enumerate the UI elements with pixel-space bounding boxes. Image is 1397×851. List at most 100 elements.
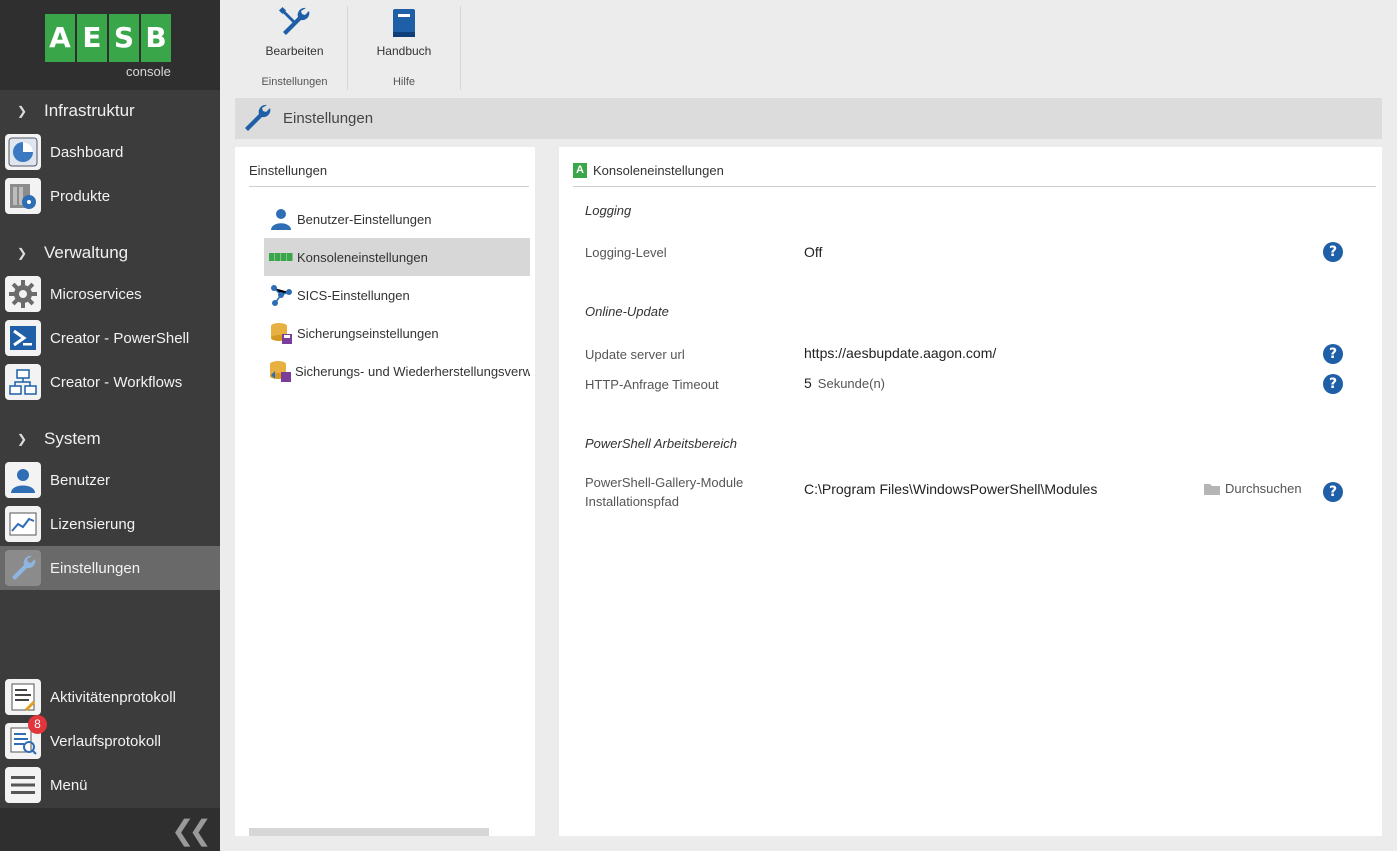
help-icon[interactable]: ? xyxy=(1323,374,1343,394)
panel-title: Einstellungen xyxy=(249,163,529,187)
timeout-unit: Sekunde(n) xyxy=(817,376,886,391)
sidebar-item-label: Microservices xyxy=(50,285,142,303)
sidebar-item-menue[interactable]: Menü xyxy=(0,763,220,807)
settings-item-label: Benutzer-Einstellungen xyxy=(297,211,432,227)
logo-letter: A xyxy=(45,14,75,62)
sidebar-item-creator-workflows[interactable]: Creator - Workflows xyxy=(0,360,220,404)
http-timeout-label: HTTP-Anfrage Timeout xyxy=(585,377,719,392)
sidebar-item-label: Aktivitätenprotokoll xyxy=(50,688,176,706)
folder-icon xyxy=(1204,483,1220,495)
logo-letter: S xyxy=(109,14,139,62)
settings-nav-panel: Einstellungen Benutzer-Einstellungen Kon… xyxy=(235,147,535,836)
settings-item-sics[interactable]: SICS-Einstellungen xyxy=(264,276,530,314)
section-label: Verwaltung xyxy=(44,243,129,262)
wrench-screwdriver-icon xyxy=(278,6,309,35)
activity-log-icon xyxy=(5,679,41,715)
double-chevron-left-icon: ❮❮ xyxy=(171,814,212,847)
settings-item-label: Sicherungs- und Wiederherstellungsverwal… xyxy=(295,363,530,379)
manual-button[interactable]: Handbuch xyxy=(348,6,460,58)
settings-item-label: SICS-Einstellungen xyxy=(297,287,410,303)
backup-database-icon xyxy=(268,321,294,345)
panel-title: A Konsoleneinstellungen xyxy=(573,163,1376,187)
settings-item-konsole[interactable]: Konsoleneinstellungen xyxy=(264,238,530,276)
powershell-path-input[interactable]: C:\Program Files\WindowsPowerShell\Modul… xyxy=(804,481,1097,497)
sidebar-item-benutzer[interactable]: Benutzer xyxy=(0,458,220,502)
workflow-icon xyxy=(5,364,41,400)
aesb-logo-icon xyxy=(268,252,294,262)
restore-database-icon xyxy=(268,359,292,383)
ribbon-group-label: Einstellungen xyxy=(261,76,328,88)
help-icon[interactable]: ? xyxy=(1323,482,1343,502)
help-icon[interactable]: ? xyxy=(1323,344,1343,364)
user-icon xyxy=(268,207,294,231)
browse-button-label: Durchsuchen xyxy=(1225,481,1302,496)
section-verwaltung[interactable]: ❯ Verwaltung xyxy=(0,234,220,272)
powershell-path-label-line: Installationspfad xyxy=(585,494,679,509)
network-icon xyxy=(268,283,294,307)
sidebar-item-label: Einstellungen xyxy=(50,559,141,577)
sidebar-item-label: Produkte xyxy=(50,187,111,205)
help-icon[interactable]: ? xyxy=(1323,242,1343,262)
sidebar-item-label: Creator - PowerShell xyxy=(50,329,190,347)
ribbon-group-label: Hilfe xyxy=(392,76,415,88)
http-timeout-field: 5 Sekunde(n) xyxy=(804,375,885,391)
history-log-icon: 8 xyxy=(5,715,47,759)
sidebar-item-label: Verlaufsprotokoll xyxy=(50,732,161,750)
section-label: Infrastruktur xyxy=(44,101,135,120)
settings-item-wiederherstellung[interactable]: Sicherungs- und Wiederherstellungsverwal… xyxy=(264,352,530,390)
sidebar-item-lizensierung[interactable]: Lizensierung xyxy=(0,502,220,546)
settings-detail-panel: A Konsoleneinstellungen Logging Logging-… xyxy=(559,147,1382,836)
sidebar-item-verlaufsprotokoll[interactable]: 8 Verlaufsprotokoll xyxy=(0,715,220,763)
powershell-path-label-line: PowerShell-Gallery-Module xyxy=(585,475,744,490)
sidebar: A E S B console ❯ Infrastruktur Dashboar… xyxy=(0,0,220,851)
dashboard-icon xyxy=(5,134,41,170)
sidebar-item-label: Creator - Workflows xyxy=(50,373,183,391)
logo: A E S B console xyxy=(0,0,220,90)
wrench-icon xyxy=(245,104,271,131)
logo-letter: B xyxy=(141,14,171,62)
sidebar-item-creator-powershell[interactable]: Creator - PowerShell xyxy=(0,316,220,360)
sidebar-item-label: Menü xyxy=(50,776,88,794)
settings-item-sicherung[interactable]: Sicherungseinstellungen xyxy=(264,314,530,352)
sidebar-item-label: Benutzer xyxy=(50,471,111,489)
group-title-online-update: Online-Update xyxy=(585,304,669,319)
ribbon-group-einstellungen: Bearbeiten Einstellungen xyxy=(242,6,348,90)
settings-item-label: Konsoleneinstellungen xyxy=(297,249,428,265)
logging-level-select[interactable]: Off xyxy=(804,244,822,260)
collapse-sidebar-button[interactable]: ❮❮ xyxy=(0,808,220,851)
update-url-input[interactable]: https://aesbupdate.aagon.com/ xyxy=(804,345,996,361)
powershell-path-label: PowerShell-Gallery-Module Installationsp… xyxy=(585,473,743,511)
wrench-icon xyxy=(5,550,41,586)
ribbon-group-hilfe: Handbuch Hilfe xyxy=(348,6,461,90)
sidebar-item-label: Dashboard xyxy=(50,143,124,161)
horizontal-scrollbar[interactable] xyxy=(249,828,489,836)
notification-badge: 8 xyxy=(28,715,47,734)
powershell-icon xyxy=(5,320,41,356)
logo-letter: E xyxy=(77,14,107,62)
settings-item-benutzer[interactable]: Benutzer-Einstellungen xyxy=(264,200,530,238)
page-title: Einstellungen xyxy=(283,110,374,127)
products-icon xyxy=(5,178,41,214)
page-header: Einstellungen xyxy=(235,98,1382,139)
sidebar-item-produkte[interactable]: Produkte xyxy=(0,174,220,218)
group-title-logging: Logging xyxy=(585,203,632,218)
edit-button[interactable]: Bearbeiten xyxy=(242,6,347,58)
group-title-powershell: PowerShell Arbeitsbereich xyxy=(585,436,737,451)
section-infrastruktur[interactable]: ❯ Infrastruktur xyxy=(0,92,220,130)
edit-button-label: Bearbeiten xyxy=(265,44,324,58)
http-timeout-input[interactable]: 5 xyxy=(804,375,812,391)
update-url-label: Update server url xyxy=(585,347,685,362)
browse-button[interactable]: Durchsuchen xyxy=(1203,481,1302,496)
ribbon-toolbar: Bearbeiten Einstellungen Handbuch Hilfe xyxy=(220,0,1397,96)
chart-icon xyxy=(5,506,41,542)
sidebar-item-dashboard[interactable]: Dashboard xyxy=(0,130,220,174)
logo-subtitle: console xyxy=(126,64,171,79)
sidebar-item-aktivitaetenprotokoll[interactable]: Aktivitätenprotokoll xyxy=(0,675,220,719)
gear-icon xyxy=(5,276,41,312)
settings-item-label: Sicherungseinstellungen xyxy=(297,325,439,341)
section-system[interactable]: ❯ System xyxy=(0,420,220,458)
sidebar-item-microservices[interactable]: Microservices xyxy=(0,272,220,316)
sidebar-item-einstellungen[interactable]: Einstellungen xyxy=(0,546,220,590)
user-icon xyxy=(5,462,41,498)
hamburger-menu-icon xyxy=(5,767,41,803)
